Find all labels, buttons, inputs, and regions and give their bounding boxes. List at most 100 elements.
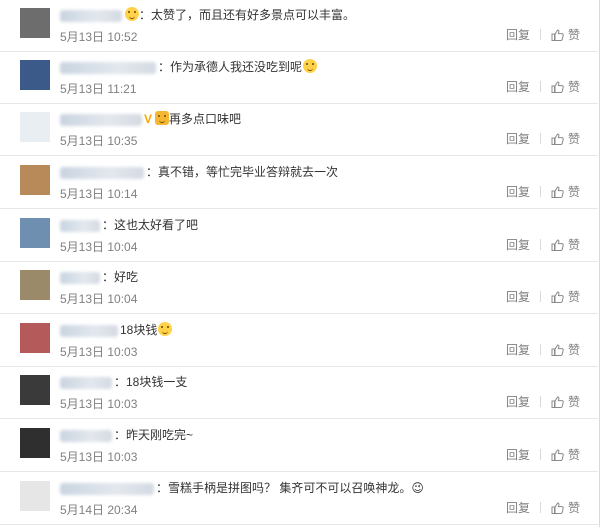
comment-list: ：太赞了，而且还有好多景点可以丰富。 5月13日 10:52 回复赞 ：作为承德… <box>0 0 600 527</box>
like-button[interactable]: 赞 <box>551 80 580 94</box>
reply-button[interactable]: 回复 <box>506 80 530 94</box>
like-button[interactable]: 赞 <box>551 343 580 357</box>
comment-time: 5月13日 10:03 <box>60 450 138 464</box>
username-redacted[interactable] <box>60 271 100 284</box>
avatar[interactable] <box>20 481 50 511</box>
like-button[interactable]: 赞 <box>551 448 580 462</box>
comment-time: 5月13日 10:03 <box>60 397 138 411</box>
reply-button[interactable]: 回复 <box>506 185 530 199</box>
username-redacted[interactable] <box>60 9 122 22</box>
divider <box>539 449 541 460</box>
like-label: 赞 <box>567 28 580 42</box>
reply-button[interactable]: 回复 <box>506 28 530 42</box>
reply-button[interactable]: 回复 <box>506 343 530 357</box>
like-label: 赞 <box>567 80 580 94</box>
comment-line: ：太赞了，而且还有好多景点可以丰富。 <box>60 6 355 24</box>
username-redacted[interactable] <box>60 61 156 74</box>
like-button[interactable]: 赞 <box>551 28 580 42</box>
username-redacted[interactable] <box>60 219 100 232</box>
divider <box>539 133 541 144</box>
comment-actions: 回复 赞 <box>506 78 580 95</box>
comment-line: ：作为承德人我还没吃到呢 <box>60 58 318 76</box>
like-label: 赞 <box>567 343 580 357</box>
comment-text: ：雪糕手柄是拼图吗？ 集齐可不可以召唤神龙。😉 <box>156 481 424 495</box>
comment-line: ：18块钱一支 <box>60 373 187 391</box>
comment-time: 5月13日 11:21 <box>60 82 137 96</box>
comment-time: 5月13日 10:52 <box>60 30 138 44</box>
like-button[interactable]: 赞 <box>551 238 580 252</box>
username-redacted[interactable] <box>60 113 142 126</box>
divider <box>539 186 541 197</box>
comment-item: ：18块钱一支 5月13日 10:03 回复 赞 <box>0 367 598 419</box>
divider <box>539 396 541 407</box>
comment-actions: 回复 赞 <box>506 446 580 463</box>
username-redacted[interactable] <box>60 429 112 442</box>
avatar[interactable] <box>20 8 50 38</box>
like-button[interactable]: 赞 <box>551 185 580 199</box>
divider <box>539 29 541 40</box>
username-redacted[interactable] <box>60 482 154 495</box>
username-redacted[interactable] <box>60 324 118 337</box>
thumbs-up-icon <box>551 29 564 41</box>
comment-text: ：18块钱一支 <box>114 375 188 389</box>
comment-text: ：太赞了，而且还有好多景点可以丰富。 <box>139 8 356 22</box>
comment-item: ：雪糕手柄是拼图吗？ 集齐可不可以召唤神龙。😉 5月14日 20:34 回复 赞 <box>0 473 598 525</box>
comment-item: V 再多点口味吧 5月13日 10:35 回复 赞 <box>0 104 598 156</box>
thumbs-up-icon <box>551 133 564 145</box>
avatar[interactable] <box>20 428 50 458</box>
reply-button[interactable]: 回复 <box>506 501 530 515</box>
like-label: 赞 <box>567 185 580 199</box>
comment-item: ：真不错，等忙完毕业答辩就去一次 5月13日 10:14 回复 赞 <box>0 157 598 209</box>
comment-actions: 回复 赞 <box>506 499 580 516</box>
comment-item: ：这也太好看了吧 5月13日 10:04 回复 赞 <box>0 210 598 262</box>
username-redacted[interactable] <box>60 376 112 389</box>
comment-item: ：太赞了，而且还有好多景点可以丰富。 5月13日 10:52 回复 赞 <box>0 0 598 52</box>
comment-time: 5月13日 10:35 <box>60 134 138 148</box>
comment-actions: 回复 赞 <box>506 183 580 200</box>
like-label: 赞 <box>567 290 580 304</box>
avatar[interactable] <box>20 112 50 142</box>
comment-line: ：真不错，等忙完毕业答辩就去一次 <box>60 163 338 181</box>
like-label: 赞 <box>567 132 580 146</box>
like-button[interactable]: 赞 <box>551 501 580 515</box>
emoji-icon <box>125 7 139 21</box>
comment-time: 5月13日 10:14 <box>60 187 138 201</box>
comment-actions: 回复 赞 <box>506 393 580 410</box>
comment-time: 5月13日 10:04 <box>60 292 138 306</box>
comment-time: 5月13日 10:04 <box>60 240 138 254</box>
divider <box>539 502 541 513</box>
like-button[interactable]: 赞 <box>551 290 580 304</box>
reply-button[interactable]: 回复 <box>506 448 530 462</box>
thumbs-up-icon <box>551 396 564 408</box>
like-label: 赞 <box>567 395 580 409</box>
reply-button[interactable]: 回复 <box>506 395 530 409</box>
thumbs-up-icon <box>551 186 564 198</box>
avatar[interactable] <box>20 165 50 195</box>
reply-button[interactable]: 回复 <box>506 290 530 304</box>
avatar[interactable] <box>20 323 50 353</box>
username-redacted[interactable] <box>60 166 144 179</box>
avatar[interactable] <box>20 60 50 90</box>
emoji-icon <box>303 59 318 73</box>
comment-text: ：这也太好看了吧 <box>102 218 199 232</box>
reply-button[interactable]: 回复 <box>506 132 530 146</box>
comment-text: ：好吃 <box>102 270 139 284</box>
comment-text: ：作为承德人我还没吃到呢 <box>158 60 303 74</box>
avatar[interactable] <box>20 270 50 300</box>
avatar[interactable] <box>20 218 50 248</box>
thumbs-up-icon <box>551 344 564 356</box>
avatar[interactable] <box>20 375 50 405</box>
like-button[interactable]: 赞 <box>551 132 580 146</box>
comment-line: ：这也太好看了吧 <box>60 216 198 234</box>
divider <box>539 81 541 92</box>
comment-item: ：作为承德人我还没吃到呢 5月13日 11:21 回复 赞 <box>0 52 598 104</box>
like-label: 赞 <box>567 238 580 252</box>
comment-item: ：昨天刚吃完~ 5月13日 10:03 回复 赞 <box>0 420 598 472</box>
comment-line: ：好吃 <box>60 268 138 286</box>
thumbs-up-icon <box>551 291 564 303</box>
comment-line: V 再多点口味吧 <box>60 110 241 128</box>
comment-item: 18块钱 5月13日 10:03 回复 赞 <box>0 315 598 367</box>
reply-button[interactable]: 回复 <box>506 238 530 252</box>
like-button[interactable]: 赞 <box>551 395 580 409</box>
comment-line: ：昨天刚吃完~ <box>60 426 193 444</box>
